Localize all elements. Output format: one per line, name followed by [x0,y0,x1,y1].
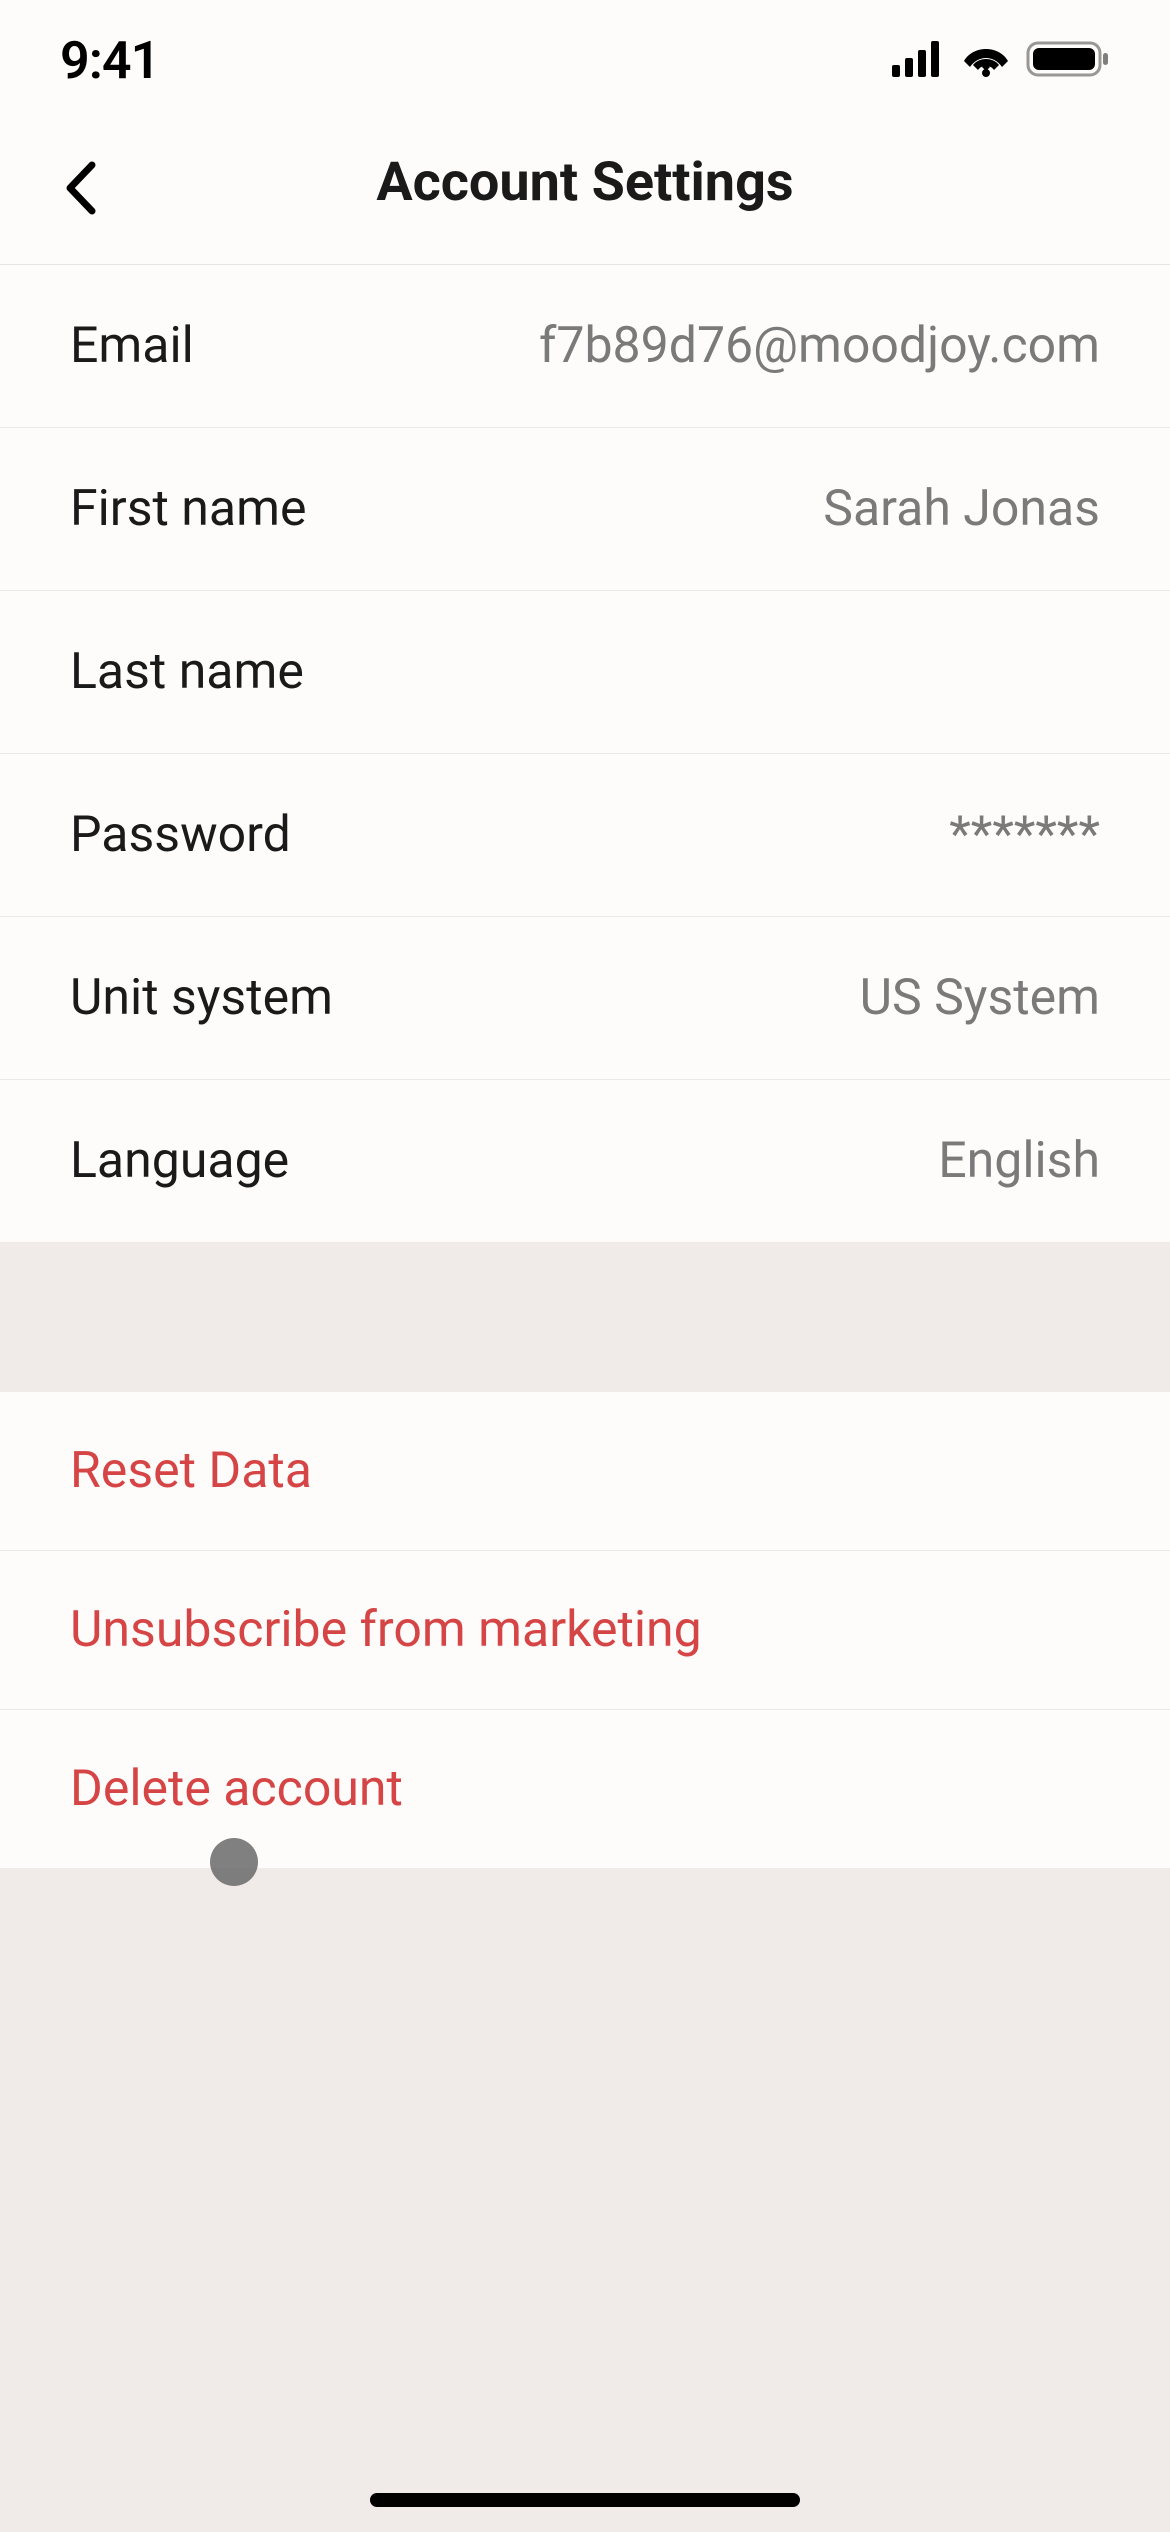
page-title: Account Settings [376,151,793,214]
email-row[interactable]: Email f7b89d76@moodjoy.com [0,265,1170,428]
status-bar: 9:41 [0,0,1170,111]
email-label: Email [70,317,194,375]
unsubscribe-button[interactable]: Unsubscribe from marketing [0,1551,1170,1710]
chevron-left-icon [62,159,98,217]
status-icons [892,39,1110,83]
home-indicator[interactable] [370,2493,800,2507]
delete-account-button[interactable]: Delete account [0,1710,1170,1868]
reset-data-label: Reset Data [70,1442,312,1500]
status-time: 9:41 [60,30,159,91]
password-label: Password [70,806,291,864]
settings-group: Email f7b89d76@moodjoy.com First name Sa… [0,265,1170,1242]
unsubscribe-label: Unsubscribe from marketing [70,1601,702,1659]
language-label: Language [70,1132,289,1190]
unit-system-label: Unit system [70,969,333,1027]
danger-group: Reset Data Unsubscribe from marketing De… [0,1392,1170,1868]
first-name-label: First name [70,480,306,538]
language-row[interactable]: Language English [0,1080,1170,1242]
nav-bar: Account Settings [0,111,1170,265]
delete-account-label: Delete account [70,1760,403,1818]
reset-data-button[interactable]: Reset Data [0,1392,1170,1551]
cellular-signal-icon [892,41,946,81]
back-button[interactable] [50,158,110,218]
last-name-label: Last name [70,643,304,701]
password-row[interactable]: Password ******* [0,754,1170,917]
battery-icon [1026,39,1110,83]
password-value: ******* [949,806,1100,864]
first-name-row[interactable]: First name Sarah Jonas [0,428,1170,591]
unit-system-value: US System [860,969,1100,1027]
language-value: English [938,1132,1100,1190]
unit-system-row[interactable]: Unit system US System [0,917,1170,1080]
wifi-icon [962,41,1010,81]
last-name-row[interactable]: Last name [0,591,1170,754]
section-gap [0,1242,1170,1392]
email-value: f7b89d76@moodjoy.com [539,317,1100,375]
first-name-value: Sarah Jonas [823,480,1100,538]
